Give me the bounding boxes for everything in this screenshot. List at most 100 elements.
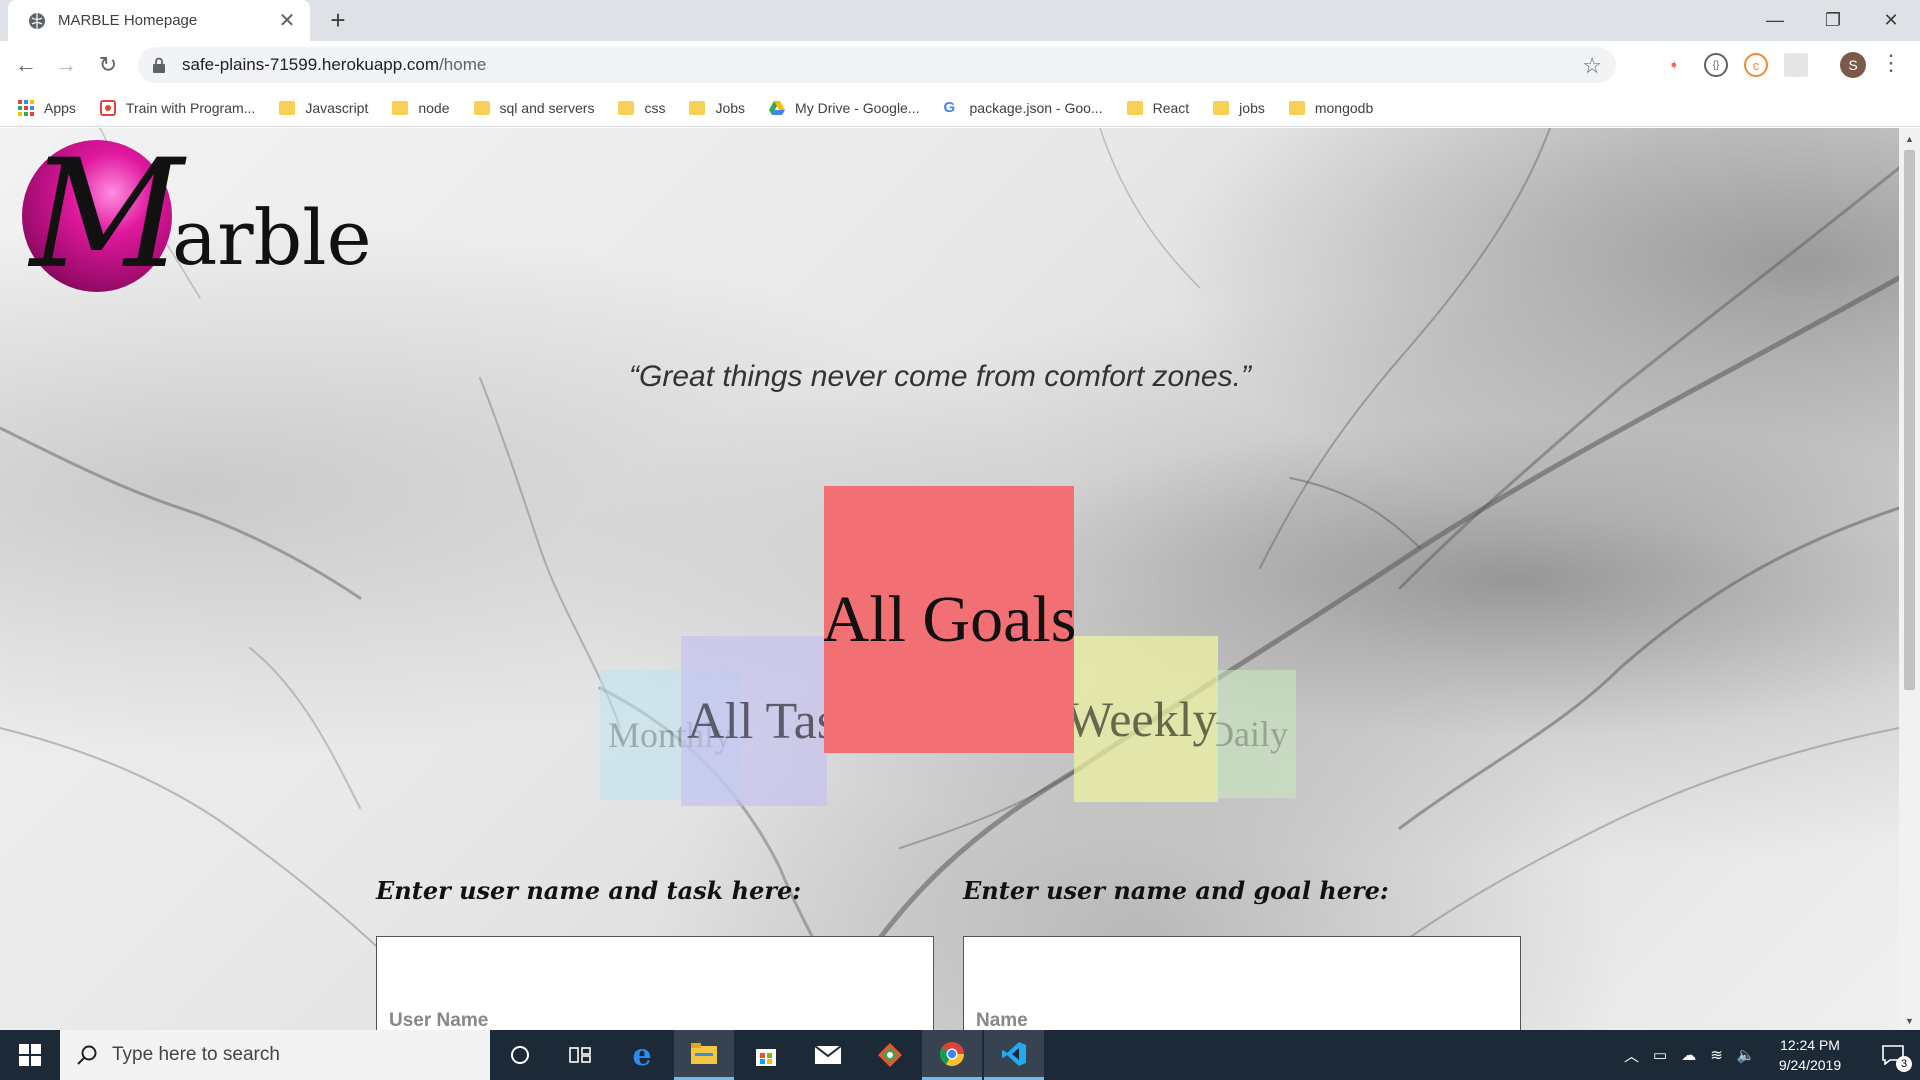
git-kraken-icon[interactable]: [860, 1030, 920, 1080]
profile-avatar[interactable]: S: [1840, 52, 1866, 78]
volume-icon[interactable]: 🔈: [1737, 1046, 1756, 1064]
folder-icon: [1288, 100, 1305, 115]
bookmark-label: Apps: [44, 99, 76, 116]
category-carousel: Monthly All Tasks Weekly Daily All Goals: [0, 486, 1899, 806]
goal-name-input[interactable]: [964, 937, 1520, 1030]
goal-name-field: [963, 936, 1521, 1030]
card-all-goals[interactable]: All Goals: [824, 486, 1074, 753]
taskbar-search[interactable]: Type here to search: [60, 1030, 490, 1080]
bookmark-css[interactable]: css: [618, 100, 665, 116]
minimize-button[interactable]: —: [1746, 0, 1804, 41]
card-daily[interactable]: Daily: [1216, 670, 1296, 798]
folder-icon: [473, 100, 490, 115]
bookmark-javascript[interactable]: Javascript: [279, 100, 368, 116]
bookmark-label: node: [418, 99, 450, 116]
taskbar-clock[interactable]: 12:24 PM 9/24/2019: [1760, 1035, 1860, 1075]
bookmark-label: Train with Program...: [125, 99, 256, 116]
reload-icon[interactable]: ↻: [92, 49, 124, 81]
bookmark-label: My Drive - Google...: [795, 99, 920, 116]
file-explorer-icon[interactable]: [674, 1030, 734, 1080]
bookmark-mongodb[interactable]: mongodb: [1288, 99, 1374, 116]
window-close-button[interactable]: ✕: [1862, 0, 1920, 41]
extension-code-icon[interactable]: {}: [1704, 53, 1728, 77]
extension-arrow-icon[interactable]: ➧: [1662, 53, 1686, 77]
bookmark-label: package.json - Goo...: [969, 99, 1103, 116]
card-daily-label: Daily: [1216, 714, 1288, 754]
marble-logo[interactable]: M arble: [22, 140, 372, 300]
url-path: /home: [439, 55, 487, 74]
bookmark-star-icon[interactable]: ☆: [1582, 53, 1602, 79]
address-bar[interactable]: safe-plains-71599.herokuapp.com /home ☆: [138, 47, 1616, 83]
maximize-button[interactable]: ❐: [1804, 0, 1862, 41]
apps-grid-icon: [18, 99, 34, 116]
folder-icon: [1126, 100, 1143, 115]
windows-logo-icon: [19, 1044, 41, 1066]
bookmark-train-with-program[interactable]: Train with Program...: [99, 99, 256, 116]
google-drive-icon: [769, 100, 786, 115]
bookmark-jobs[interactable]: Jobs: [689, 100, 745, 116]
page-scrollbar[interactable]: ▲ ▼: [1899, 128, 1920, 1030]
extension-c-icon[interactable]: c: [1744, 53, 1768, 77]
folder-icon: [689, 100, 706, 115]
task-user-name-input[interactable]: [377, 937, 933, 1030]
scroll-up-arrow-icon[interactable]: ▲: [1905, 134, 1914, 144]
bookmark-sql-and-servers[interactable]: sql and servers: [473, 100, 594, 116]
forward-arrow-icon[interactable]: →: [50, 49, 82, 81]
tab-strip: MARBLE Homepage ✕ + — ❐ ✕: [0, 0, 1920, 41]
url-host: safe-plains-71599.herokuapp.com: [182, 55, 440, 74]
scrollbar-thumb[interactable]: [1904, 150, 1915, 690]
action-center-icon[interactable]: 3: [1866, 1030, 1920, 1080]
program-icon: [99, 99, 116, 116]
bookmark-my-drive[interactable]: My Drive - Google...: [769, 99, 920, 116]
clock-time: 12:24 PM: [1780, 1037, 1840, 1053]
logo-wordmark: arble: [172, 193, 372, 282]
wifi-icon[interactable]: ≋: [1710, 1046, 1723, 1064]
notification-count-badge: 3: [1896, 1056, 1912, 1072]
card-all-goals-label: All Goals: [824, 582, 1074, 656]
task-view-icon[interactable]: [550, 1030, 610, 1080]
search-icon: [77, 1045, 97, 1065]
page-viewport: M arble “Great things never come from co…: [0, 128, 1899, 1030]
card-weekly[interactable]: Weekly: [1074, 636, 1218, 802]
more-menu-icon[interactable]: ⋮: [1880, 50, 1902, 76]
new-tab-button[interactable]: +: [322, 4, 354, 36]
mail-icon[interactable]: [798, 1030, 858, 1080]
scroll-down-arrow-icon[interactable]: ▼: [1905, 1016, 1914, 1026]
onedrive-cloud-icon[interactable]: ☁: [1681, 1046, 1696, 1064]
card-all-tasks-label: All Tasks: [687, 692, 827, 750]
edge-browser-icon[interactable]: e: [612, 1030, 672, 1080]
back-arrow-icon[interactable]: ←: [10, 49, 42, 81]
bookmark-package-json[interactable]: G package.json - Goo...: [944, 100, 1103, 116]
task-user-name-field: [376, 936, 934, 1030]
bookmark-apps[interactable]: Apps: [18, 99, 76, 116]
browser-tab[interactable]: MARBLE Homepage ✕: [8, 0, 310, 41]
google-icon: G: [943, 98, 956, 116]
bookmark-label: mongodb: [1314, 99, 1374, 116]
bookmark-react[interactable]: React: [1126, 99, 1190, 116]
folder-icon: [1213, 100, 1230, 115]
chrome-icon[interactable]: [922, 1030, 982, 1080]
folder-icon: [618, 100, 635, 115]
extension-blank-icon[interactable]: [1784, 53, 1808, 77]
bookmark-node[interactable]: node: [392, 99, 450, 116]
bookmark-label: React: [1152, 99, 1190, 116]
chevron-up-icon[interactable]: ︿: [1624, 1045, 1639, 1066]
goal-form-label: Enter user name and goal here:: [963, 876, 1389, 905]
bookmark-jobs-2[interactable]: jobs: [1213, 100, 1265, 116]
globe-icon: [29, 12, 45, 29]
store-icon[interactable]: [736, 1030, 796, 1080]
card-all-tasks[interactable]: All Tasks: [681, 636, 827, 806]
bookmarks-bar: Apps Train with Program... Javascript no…: [0, 89, 1920, 127]
windows-taskbar: Type here to search e ︿ ▭ ☁ ≋ 🔈 12:24 PM…: [0, 1030, 1920, 1080]
folder-icon: [279, 100, 296, 115]
tab-close-icon[interactable]: ✕: [276, 8, 298, 33]
start-button[interactable]: [0, 1030, 60, 1080]
folder-icon: [392, 100, 409, 115]
bookmark-label: Jobs: [715, 99, 746, 116]
motivational-quote: “Great things never come from comfort zo…: [629, 360, 1251, 393]
cortana-icon[interactable]: [490, 1030, 550, 1080]
tab-title: MARBLE Homepage: [58, 12, 198, 29]
card-weekly-label: Weekly: [1074, 691, 1218, 747]
vscode-icon[interactable]: [984, 1030, 1044, 1080]
battery-icon[interactable]: ▭: [1653, 1046, 1667, 1064]
